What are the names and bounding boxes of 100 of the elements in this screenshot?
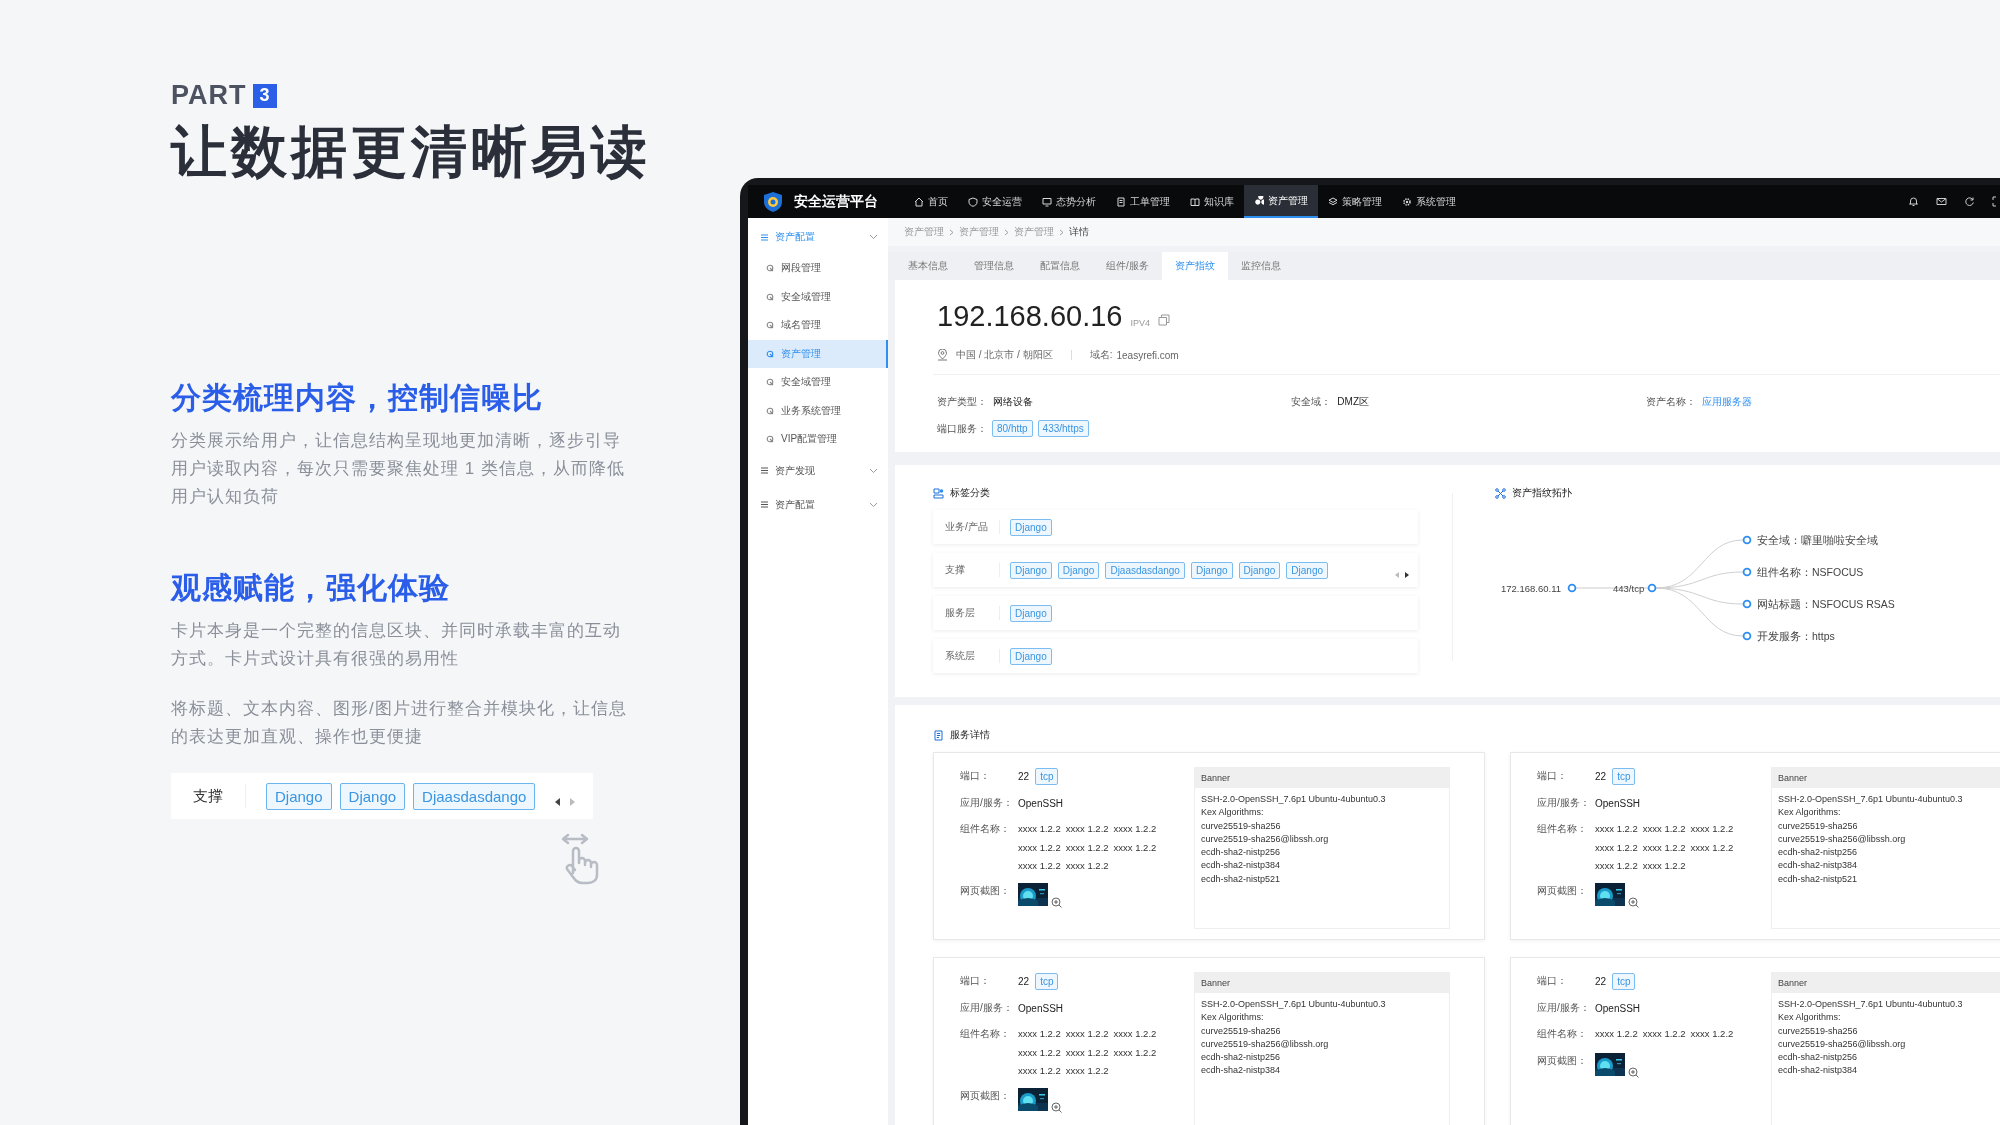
breadcrumb-link[interactable]: 资产管理 [1014,225,1054,239]
nav-tab[interactable]: 资产管理 [1244,185,1318,218]
copy-icon[interactable] [1158,314,1170,326]
tag[interactable]: Djaasdasdango [413,782,536,810]
tag[interactable]: Django [1010,647,1052,665]
banner-line: curve25519-sha256 [1778,1024,1859,1038]
cluster-icon [1254,195,1264,206]
nav-tab[interactable]: 态势分析 [1032,185,1106,218]
node-dot[interactable] [1742,631,1752,641]
banner-line: curve25519-sha256@libssh.org [1201,832,1330,846]
tag[interactable]: Django [1010,604,1052,622]
field-label: 网页截图： [1537,1054,1588,1068]
component-version: xxxx 1.2.2 [1595,1027,1638,1041]
banner-line: curve25519-sha256@libssh.org [1778,832,1907,846]
zoom-in-icon[interactable] [1051,896,1062,908]
port-tag[interactable]: 433/https [1037,420,1089,437]
nav-tab[interactable]: 知识库 [1180,185,1244,218]
node-dot[interactable] [1567,583,1577,593]
sidebar-item[interactable]: 安全域管理 [748,368,888,397]
nav-tab[interactable]: 系统管理 [1392,185,1466,218]
bell-icon[interactable] [1908,196,1919,207]
banner-header: Banner [1772,768,2000,788]
banner-header: Banner [1195,768,1449,788]
sidebar-item[interactable]: 安全域管理 [748,282,888,311]
component-version: xxxx 1.2.2 [1018,1064,1061,1078]
tag[interactable]: Django [339,782,406,810]
field-value: 网络设备 [993,395,1033,409]
tab[interactable]: 资产指纹 [1161,252,1228,280]
shield-icon [968,196,978,207]
zoom-in-icon[interactable] [1628,1067,1639,1078]
zoom-in-icon[interactable] [1051,1101,1062,1113]
chevron-down-icon[interactable] [869,467,878,474]
component-version: xxxx 1.2.2 [1065,859,1109,873]
nav-tab[interactable]: 工单管理 [1106,185,1180,218]
banner-line: ecdh-sha2-nistp521 [1201,872,1282,886]
banner-line: Kex Algorithms: [1201,1011,1265,1025]
nav-tab[interactable]: 首页 [904,185,958,218]
shield-logo-icon [762,190,784,213]
tab[interactable]: 监控信息 [1227,252,1294,280]
field-label: 组件名称： [960,1027,1011,1041]
tag[interactable]: Django [266,782,332,810]
pager-arrows-icon[interactable] [1394,571,1410,579]
asset-name-link[interactable]: 应用服务器 [1701,395,1752,409]
breadcrumb-link[interactable]: 资产管理 [904,225,944,239]
banner-line: Kex Algorithms: [1778,1011,1842,1025]
banner-line: Kex Algorithms: [1201,806,1265,820]
node-dot[interactable] [1647,583,1657,593]
component-version: xxxx 1.2.2 [1642,822,1686,836]
node-label: 172.168.60.11 [1501,582,1562,594]
nav-tab[interactable]: 安全运营 [958,185,1032,218]
tab[interactable]: 配置信息 [1027,252,1093,280]
panel-title: 服务详情 [950,728,990,742]
pager-arrows-icon[interactable] [553,796,577,808]
field-label: 网页截图： [960,883,1011,898]
field-label: 资产类型： [937,395,987,409]
component-version: xxxx 1.2.2 [1018,822,1061,836]
field-label: 安全域： [1291,395,1332,409]
breadcrumb-link[interactable]: 资产管理 [959,225,999,239]
tag[interactable]: Django [1010,561,1052,579]
document-icon [1116,196,1126,207]
banner-line: curve25519-sha256@libssh.org [1201,1037,1330,1051]
sidebar-item[interactable]: 资产管理 [748,339,888,368]
home-icon [914,196,924,207]
sidebar-group[interactable]: 资产配置 [748,220,888,254]
protocol-tag: tcp [1612,767,1636,785]
sidebar-group[interactable]: 资产配置 [748,487,888,522]
component-version: xxxx 1.2.2 [1113,1027,1157,1041]
tag[interactable]: Django [1190,561,1233,579]
field-label: 网页截图： [1537,883,1588,898]
row-label: 支撑 [945,563,966,577]
sidebar-item[interactable]: VIP配置管理 [748,425,888,454]
node-dot[interactable] [1742,567,1752,577]
sidebar-group[interactable]: 资产发现 [748,453,888,488]
tab[interactable]: 基本信息 [895,252,961,280]
port-tag[interactable]: 80/http [992,420,1033,437]
chevron-down-icon[interactable] [869,234,878,240]
chevron-down-icon[interactable] [869,501,878,508]
sidebar-item[interactable]: 网段管理 [748,254,888,283]
component-version: xxxx 1.2.2 [1018,1045,1061,1060]
component-version: xxxx 1.2.2 [1690,1027,1734,1041]
sidebar-item[interactable]: 业务系统管理 [748,396,888,425]
tab[interactable]: 管理信息 [961,252,1027,280]
tag[interactable]: Django [1286,561,1328,579]
tag[interactable]: Django [1057,561,1100,579]
zoom-in-icon[interactable] [1628,896,1639,908]
component-version: xxxx 1.2.2 [1690,840,1734,855]
node-dot[interactable] [1742,535,1752,545]
tag[interactable]: Djaasdasdango [1105,561,1185,579]
nav-tab[interactable]: 策略管理 [1318,185,1392,218]
mail-icon[interactable] [1936,196,1947,207]
circle-icon [766,435,774,444]
sidebar-item[interactable]: 域名管理 [748,311,888,340]
tab[interactable]: 组件/服务 [1093,252,1162,280]
banner-line: ecdh-sha2-nistp384 [1778,1064,1859,1078]
node-dot[interactable] [1742,599,1752,609]
tag[interactable]: Django [1010,518,1052,536]
banner-line: ecdh-sha2-nistp384 [1778,859,1859,873]
refresh-icon[interactable] [1964,196,1975,207]
tag[interactable]: Django [1238,561,1281,579]
component-version: xxxx 1.2.2 [1065,822,1109,836]
